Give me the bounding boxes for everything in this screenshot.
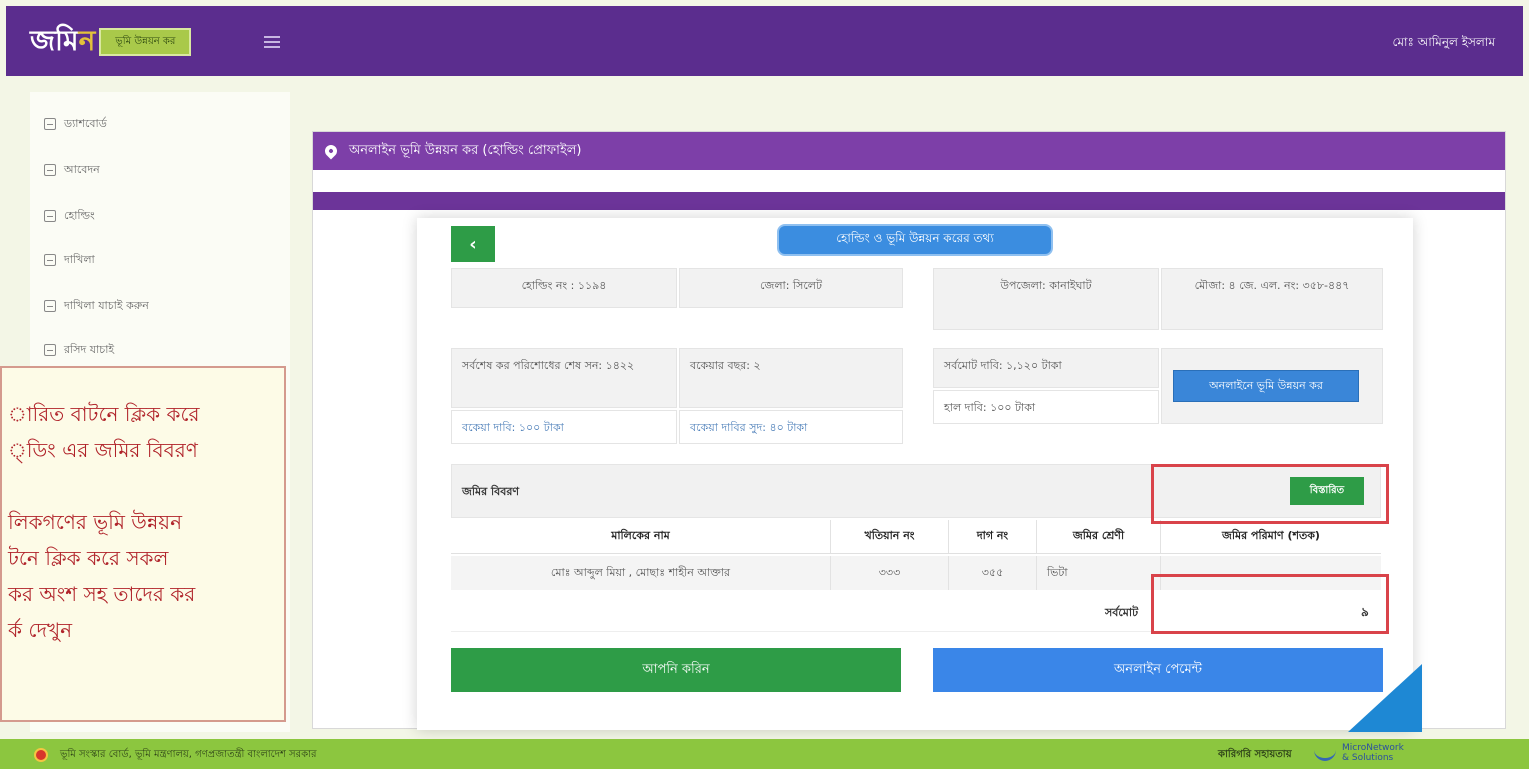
column-header: খতিয়ান নং [831,520,949,553]
last-paid-year: সর্বশেষ কর পরিশোধের শেষ সন: ১৪২২ [451,348,677,408]
sidebar-item-label: আবেদন [64,162,100,176]
vendor-logo-icon [1314,745,1336,761]
panel-header: অনলাইন ভূমি উন্নয়ন কর (হোল্ডিং প্রোফাইল… [313,132,1505,170]
column-header: মালিকের নাম [451,520,831,553]
sidebar-item-label: রসিদ যাচাই [64,342,115,356]
holding-icon [44,210,56,222]
sidebar-item-dakhila[interactable]: দাখিলা [44,250,95,270]
vendor-brand[interactable]: MicroNetwork & Solutions [1342,743,1502,763]
dag-cell: ৩৫৫ [949,556,1037,590]
sidebar-item-label: দাখিলা যাচাই করুন [64,298,149,312]
online-payment-button[interactable]: অনলাইন পেমেন্ট [933,648,1383,692]
search-icon [44,344,56,356]
khatian-cell: ৩৩৩ [831,556,949,590]
total-label: সর্বমোট [1105,606,1139,619]
arrear-years: বকেয়ার বছর: ২ [679,348,903,408]
callout-line: লিকগণের ভূমি উন্নয়ন [8,510,183,534]
callout-line: ্ডিং এর জমির বিবরণ [8,438,198,462]
arrear-demand: বকেয়া দাবি: ১০০ টাকা [451,410,677,444]
top-navbar: জমি ন ভূমি উন্নয়ন কর মোঃ আমিনুল ইসলাম [6,6,1523,76]
callout-line: টনে ক্লিক করে সকল [8,546,169,570]
sidebar-item-verify-receipt[interactable]: রসিদ যাচাই [44,340,114,360]
footer-tech-support: কারিগরি সহায়তায় [1218,749,1292,760]
holding-card: ‹ হোল্ডিং ও ভূমি উন্নয়ন করের তথ্য হোল্ড… [417,218,1413,730]
sidebar-item-label: ড্যাশবোর্ড [64,116,107,130]
vendor-subname: & Solutions [1342,753,1394,763]
land-details-title: জমির বিবরণ [462,485,520,498]
callout-line: কর অংশ সহ তাদের কর [8,582,196,606]
column-header: জমির শ্রেণী [1037,520,1161,553]
apply-land-tax-button[interactable]: অনলাইনে ভূমি উন্নয়ন কর [1173,370,1359,402]
sidebar-item-label: দাখিলা [64,252,95,266]
sidebar-item-dashboard[interactable]: ড্যাশবোর্ড [44,114,107,134]
total-demand: সর্বমোট দাবি: ১,১২০ টাকা [933,348,1159,388]
upazila-value: উপজেলা: কানাইঘাট [933,268,1159,330]
site-logo[interactable]: জমি ন ভূমি উন্নয়ন কর [30,22,192,62]
corner-decoration [1348,664,1422,732]
menu-toggle-icon[interactable] [264,36,280,48]
govt-emblem-icon [34,748,48,762]
column-header: দাগ নং [949,520,1037,553]
arrear-interest: বকেয়া দাবির সুদ: ৪০ টাকা [679,410,903,444]
panel-title: অনলাইন ভূমি উন্নয়ন কর (হোল্ডিং প্রোফাইল… [349,142,582,158]
callout-line: ারিত বাটনে ক্লিক করে [8,402,200,426]
application-icon [44,164,56,176]
sidebar-item-application[interactable]: আবেদন [44,160,100,180]
search-icon [44,300,56,312]
land-table-header: মালিকের নাম খতিয়ান নং দাগ নং জমির শ্রেণ… [451,520,1381,554]
sidebar-item-holding[interactable]: হোল্ডিং [44,206,95,226]
instruction-callout: ারিত বাটনে ক্লিক করে ্ডিং এর জমির বিবরণ … [0,366,286,722]
highlight-box [1151,464,1389,524]
panel-subheader-bar [313,192,1505,210]
land-class-cell: ভিটা [1037,556,1161,590]
owner-name-cell: মোঃ আব্দুল মিয়া , মোছাঃ শাহীন আক্তার [451,556,831,590]
callout-line: র্ক দেখুন [8,618,73,642]
holding-number: হোল্ডিং নং : ১১৯৪ [451,268,677,308]
highlight-box [1151,574,1389,634]
dashboard-icon [44,118,56,130]
sidebar-item-label: হোল্ডিং [64,208,95,222]
current-demand: হাল দাবি: ১০০ টাকা [933,390,1159,424]
logo-accent-text: ন [78,23,96,57]
district-value: জেলা: সিলেট [679,268,903,308]
column-header: জমির পরিমাণ (শতক) [1222,529,1320,542]
holding-info-title: হোল্ডিং ও ভূমি উন্নয়ন করের তথ্য [777,224,1053,256]
back-button[interactable]: ‹ [451,226,495,262]
logo-tagline: ভূমি উন্নয়ন কর [99,28,192,56]
dakhila-icon [44,254,56,266]
footer-credit: ভূমি সংস্কার বোর্ড, ভূমি মন্ত্রণালয়, গণ… [60,749,317,760]
mouza-value: মৌজা: ৪ জে. এল. নং: ৩৫৮-৪৪৭ [1161,268,1383,330]
logo-text: জমি [30,23,79,57]
pay-button[interactable]: আপনি করিন [451,648,901,692]
main-panel: অনলাইন ভূমি উন্নয়ন কর (হোল্ডিং প্রোফাইল… [312,131,1506,730]
vendor-name: MicroNetwork [1342,743,1404,753]
user-name[interactable]: মোঃ আমিনুল ইসলাম [1393,34,1496,54]
sidebar-item-verify-dakhila[interactable]: দাখিলা যাচাই করুন [44,296,149,316]
location-pin-icon [322,142,340,160]
footer: ভূমি সংস্কার বোর্ড, ভূমি মন্ত্রণালয়, গণ… [0,739,1529,769]
